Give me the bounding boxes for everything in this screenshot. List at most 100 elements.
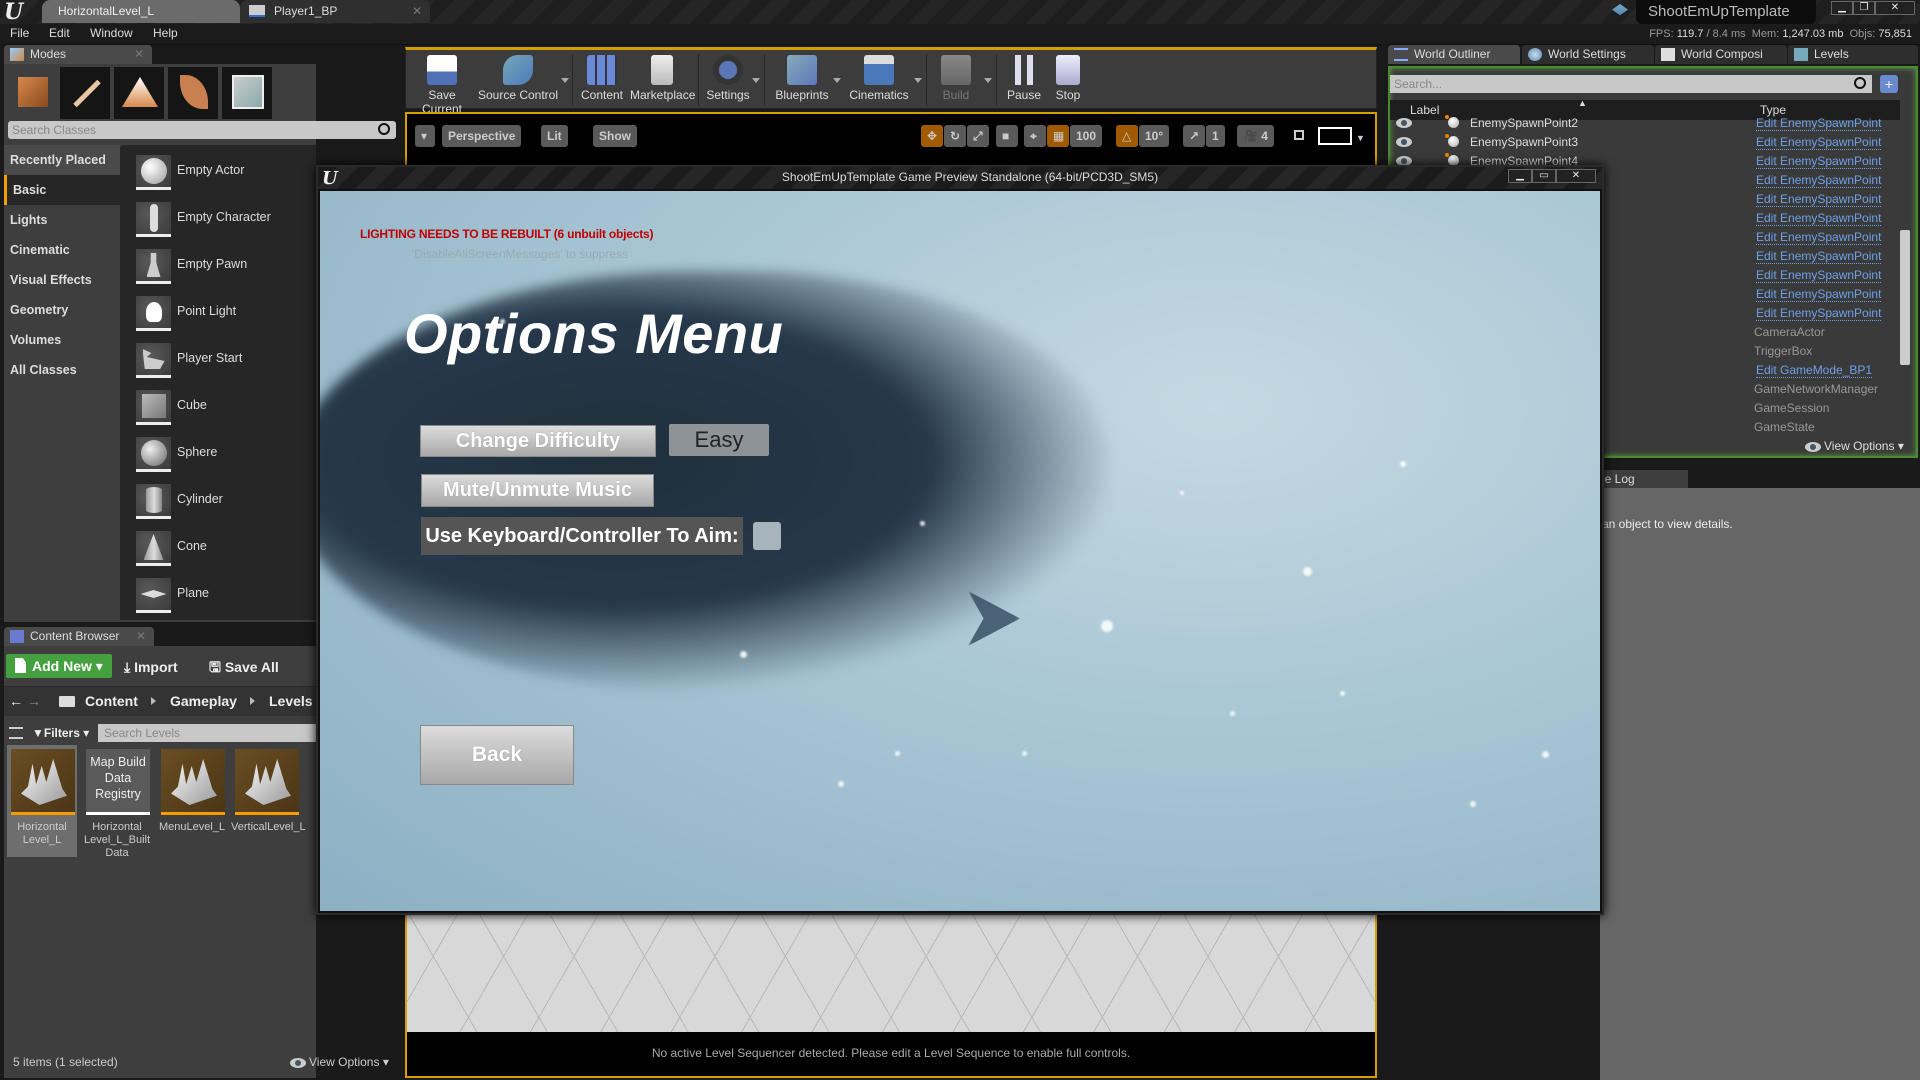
rotation-snap-icon[interactable]: △	[1116, 125, 1138, 147]
edit-type-link[interactable]: Edit EnemySpawnPoint	[1756, 116, 1882, 131]
source-control-button[interactable]: Source Control	[476, 53, 560, 109]
blueprints-dropdown-icon[interactable]	[833, 78, 841, 83]
close-icon[interactable]: ✕	[136, 627, 146, 646]
import-button[interactable]: ⤓ Import	[124, 657, 178, 677]
doc-tab-player1-bp[interactable]: Player1_BP ✕	[240, 0, 430, 23]
layout-dropdown-icon[interactable]: ▼	[1356, 133, 1365, 143]
place-item-cone[interactable]: Cone	[128, 531, 318, 571]
cinematics-dropdown-icon[interactable]	[914, 78, 922, 83]
category-lights[interactable]: Lights	[4, 205, 120, 235]
geometry-mode-button[interactable]	[222, 67, 274, 119]
category-cinematic[interactable]: Cinematic	[4, 235, 120, 265]
category-basic[interactable]: Basic	[4, 175, 120, 205]
translate-tool-icon[interactable]: ✥	[921, 125, 943, 147]
settings-button[interactable]: Settings	[702, 53, 754, 109]
place-mode-button[interactable]	[6, 67, 58, 119]
aim-checkbox[interactable]	[753, 522, 781, 550]
tab-world-outliner[interactable]: World Outliner	[1388, 45, 1520, 64]
place-item-plane[interactable]: Plane	[128, 578, 318, 618]
foliage-mode-button[interactable]	[168, 67, 220, 119]
edit-type-link[interactable]: Edit EnemySpawnPoint	[1756, 211, 1882, 226]
asset-menu-level[interactable]: MenuLevel_L	[157, 745, 227, 857]
grid-snap-value[interactable]: 100	[1070, 125, 1103, 147]
category-volumes[interactable]: Volumes	[4, 325, 120, 355]
game-viewport[interactable]: LIGHTING NEEDS TO BE REBUILT (6 unbuilt …	[320, 191, 1600, 911]
rotate-tool-icon[interactable]: ↻	[944, 125, 966, 147]
breadcrumb-content[interactable]: Content	[85, 693, 138, 709]
maximize-viewport-icon[interactable]	[1294, 130, 1304, 140]
asset-vertical-level[interactable]: VerticalLevel_L	[231, 745, 306, 857]
details-tab[interactable]: je Log	[1600, 470, 1688, 488]
source-tree-icon[interactable]	[9, 727, 23, 739]
outliner-row[interactable]: EnemySpawnPoint2 Edit EnemySpawnPoint	[1390, 114, 1900, 133]
visibility-eye-icon[interactable]	[1396, 137, 1412, 147]
stop-button[interactable]: Stop	[1048, 53, 1088, 109]
filters-button[interactable]: ▼Filters ▾	[32, 726, 89, 740]
outliner-view-options[interactable]: View Options ▾	[1805, 439, 1904, 453]
category-recently-placed[interactable]: Recently Placed	[4, 145, 120, 175]
visibility-eye-icon[interactable]	[1396, 118, 1412, 128]
perspective-button[interactable]: Perspective	[442, 125, 522, 147]
breadcrumb-levels[interactable]: Levels	[269, 693, 313, 709]
outliner-search-input[interactable]: Search...	[1390, 75, 1872, 93]
scale-snap-icon[interactable]: ↗	[1183, 125, 1205, 147]
scale-tool-icon[interactable]: ⤢	[967, 125, 989, 147]
show-button[interactable]: Show	[593, 125, 637, 147]
mute-music-button[interactable]: Mute/Unmute Music	[421, 474, 654, 507]
lit-button[interactable]: Lit	[541, 125, 568, 147]
breadcrumb-separator-icon[interactable]	[151, 697, 156, 705]
edit-type-link[interactable]: Edit EnemySpawnPoint	[1756, 287, 1882, 302]
menu-help[interactable]: Help	[153, 26, 178, 40]
category-visual-effects[interactable]: Visual Effects	[4, 265, 120, 295]
category-all-classes[interactable]: All Classes	[4, 355, 120, 385]
menu-window[interactable]: Window	[90, 26, 133, 40]
place-item-point-light[interactable]: Point Light	[128, 296, 318, 336]
edit-type-link[interactable]: Edit EnemySpawnPoint	[1756, 154, 1882, 169]
game-maximize-button[interactable]: ▭	[1532, 169, 1556, 183]
edit-type-link[interactable]: Edit EnemySpawnPoint	[1756, 268, 1882, 283]
outliner-scrollbar[interactable]	[1900, 230, 1910, 365]
breadcrumb-gameplay[interactable]: Gameplay	[170, 693, 237, 709]
tab-world-composition[interactable]: World Composi	[1655, 45, 1787, 64]
close-icon[interactable]: ✕	[134, 45, 144, 64]
build-dropdown-icon[interactable]	[984, 78, 992, 83]
save-current-button[interactable]: Save Current	[410, 53, 474, 116]
doc-tab-horizontal-level[interactable]: HorizontalLevel_L	[42, 0, 240, 23]
content-browser-tab[interactable]: Content Browser ✕	[4, 627, 154, 646]
modes-tab[interactable]: Modes ✕	[4, 45, 152, 64]
paint-mode-button[interactable]	[60, 67, 112, 119]
add-filter-icon[interactable]: +	[1880, 75, 1898, 93]
tab-world-settings[interactable]: World Settings	[1522, 45, 1654, 64]
surface-snap-icon[interactable]: ⌖	[1024, 125, 1046, 147]
asset-horizontal-level[interactable]: Horizontal Level_L	[7, 745, 77, 857]
settings-dropdown-icon[interactable]	[752, 78, 760, 83]
place-item-player-start[interactable]: Player Start	[128, 343, 318, 383]
grid-snap-icon[interactable]: ▦	[1047, 125, 1069, 147]
back-arrow-icon[interactable]: ←	[9, 693, 23, 709]
layout-icon[interactable]	[1318, 127, 1352, 145]
viewport-options-button[interactable]: ▾	[415, 125, 435, 147]
place-item-cube[interactable]: Cube	[128, 390, 318, 430]
menu-edit[interactable]: Edit	[49, 26, 70, 40]
menu-file[interactable]: File	[10, 26, 29, 40]
content-button[interactable]: Content	[576, 53, 628, 109]
change-difficulty-button[interactable]: Change Difficulty	[420, 425, 656, 457]
outliner-row[interactable]: EnemySpawnPoint3 Edit EnemySpawnPoint	[1390, 133, 1900, 152]
search-classes-input[interactable]: Search Classes	[8, 121, 396, 139]
cinematics-button[interactable]: Cinematics	[846, 53, 912, 109]
forward-arrow-icon[interactable]: →	[27, 693, 41, 709]
maximize-button[interactable]: ❐	[1853, 1, 1875, 15]
asset-built-data[interactable]: Map Build Data Registry Horizontal Level_…	[82, 745, 152, 859]
world-local-icon[interactable]: ■	[996, 125, 1018, 147]
place-item-empty-character[interactable]: Empty Character	[128, 202, 318, 242]
view-options-button[interactable]: View Options ▾	[290, 1055, 389, 1069]
back-button[interactable]: Back	[420, 725, 574, 785]
landscape-mode-button[interactable]	[114, 67, 166, 119]
camera-speed-button[interactable]: 🎥 4	[1237, 125, 1274, 147]
category-geometry[interactable]: Geometry	[4, 295, 120, 325]
edit-type-link[interactable]: Edit EnemySpawnPoint	[1756, 230, 1882, 245]
breadcrumb-separator-icon[interactable]	[250, 697, 255, 705]
minimize-button[interactable]: ▁	[1831, 1, 1853, 15]
edit-type-link[interactable]: Edit EnemySpawnPoint	[1756, 173, 1882, 188]
source-control-dropdown-icon[interactable]	[561, 78, 569, 83]
